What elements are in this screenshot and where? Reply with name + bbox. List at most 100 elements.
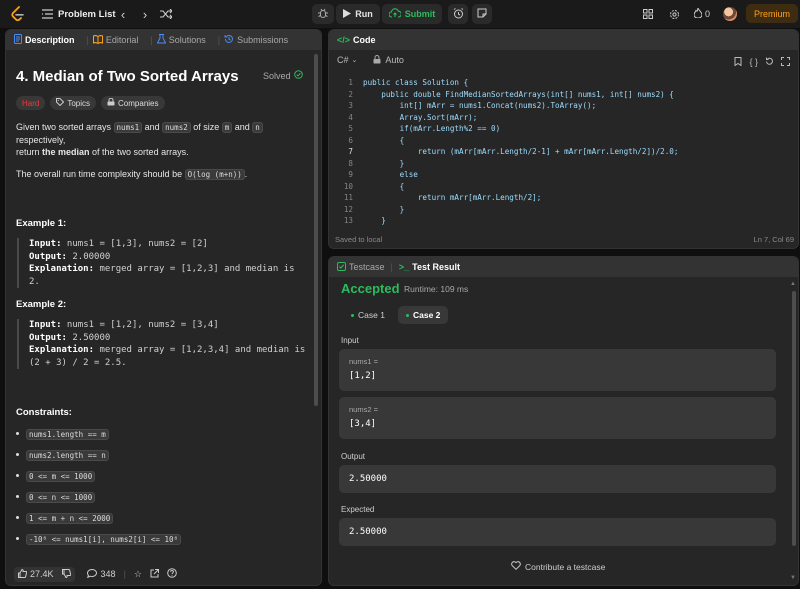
avatar[interactable] <box>723 7 737 21</box>
tab-test-result[interactable]: >_ Test Result <box>399 262 460 272</box>
constraint-code: 0 <= m <= 1000 <box>26 471 96 482</box>
reset-icon[interactable] <box>765 57 774 68</box>
example-text: merged array = [1,2,3] and median is <box>94 264 295 274</box>
submit-button[interactable]: Submit <box>382 4 442 24</box>
runtime-label: Runtime: 109 ms <box>404 284 469 294</box>
list-item: nums1.length == m <box>16 424 306 445</box>
like-count: 27.4K <box>30 569 54 579</box>
save-status: Saved to local <box>335 235 383 244</box>
description-panel: Description | Editorial | Solutions | Su… <box>5 29 322 586</box>
streak-counter[interactable]: 0 <box>690 5 714 23</box>
code-line[interactable]: 7 return (mArr[mArr.Length/2-1] + mArr[m… <box>329 147 678 159</box>
code-line[interactable]: 9 else <box>329 170 417 182</box>
run-button[interactable]: Run <box>336 4 380 24</box>
description-footer: 27.4K 348 | ☆ <box>6 563 321 585</box>
inline-code: O(log (m+n)) <box>184 169 245 180</box>
code-line[interactable]: 5 if(mArr.Length%2 == 0) <box>329 124 500 136</box>
list-item: -10⁶ <= nums1[i], nums2[i] <= 10⁶ <box>16 529 306 550</box>
code-text: } <box>363 204 405 214</box>
help-icon[interactable] <box>167 568 177 580</box>
code-line[interactable]: 12 } <box>329 205 404 217</box>
cloud-upload-icon <box>388 8 402 20</box>
statement-text: of size <box>190 122 222 132</box>
gear-icon[interactable] <box>666 5 682 23</box>
case-label: Case 2 <box>413 310 441 320</box>
flame-icon <box>693 7 703 20</box>
expand-icon[interactable] <box>781 57 790 68</box>
leetcode-logo-icon[interactable] <box>10 5 26 23</box>
tab-testcase[interactable]: Testcase <box>337 261 385 273</box>
contribute-testcase-button[interactable]: Contribute a testcase <box>511 561 605 572</box>
code-editor[interactable]: 1 public class Solution {2 public double … <box>329 74 798 226</box>
heart-icon <box>511 561 521 572</box>
description-scrollbar[interactable] <box>314 54 318 406</box>
constraint-code: 1 <= m + n <= 2000 <box>26 513 114 524</box>
notes-button[interactable] <box>472 4 492 24</box>
comment-icon <box>86 568 97 580</box>
topics-button[interactable]: Topics <box>50 96 97 110</box>
example-text: 2. <box>29 276 40 287</box>
comments-button[interactable]: 348 <box>86 568 116 580</box>
code-line[interactable]: 3 int[] mArr = nums1.Concat(nums2).ToArr… <box>329 101 596 113</box>
code-line[interactable]: 6 { <box>329 136 404 148</box>
tab-solutions[interactable]: Solutions <box>156 34 206 46</box>
chevron-left-icon[interactable]: ‹ <box>116 5 130 23</box>
code-line[interactable]: 11 return mArr[mArr.Length/2]; <box>329 193 541 205</box>
example-label: Input: <box>29 320 62 330</box>
scroll-down-icon[interactable]: ▼ <box>790 575 796 581</box>
test-header: Testcase | >_ Test Result <box>329 257 798 277</box>
param-value: [1,2] <box>349 371 377 381</box>
line-number: 6 <box>348 135 353 145</box>
tab-submissions[interactable]: Submissions <box>224 34 288 46</box>
language-select[interactable]: C# ⌄ <box>337 55 357 65</box>
checkbox-icon <box>337 261 346 273</box>
code-line[interactable]: 8 } <box>329 159 404 171</box>
case-tab-2[interactable]: Case 2 <box>398 306 449 324</box>
case-tab-1[interactable]: Case 1 <box>343 306 393 324</box>
constraint-code: -10⁶ <= nums1[i], nums2[i] <= 10⁶ <box>26 534 182 545</box>
braces-icon[interactable]: { } <box>749 57 758 68</box>
share-icon[interactable] <box>150 568 159 580</box>
line-number: 5 <box>348 124 353 133</box>
tab-label: Description <box>25 35 75 45</box>
companies-button[interactable]: Companies <box>101 96 165 110</box>
constraint-code: 0 <= n <= 1000 <box>26 492 96 503</box>
code-panel: </> Code C# ⌄ Auto { } 1 public class Sol… <box>328 29 799 249</box>
shuffle-icon[interactable] <box>158 5 174 23</box>
problem-list-icon[interactable] <box>40 5 54 23</box>
thumbs-down-icon[interactable] <box>61 568 71 580</box>
example-text: (2 + 3) / 2 = 2.5. <box>29 357 127 368</box>
code-line[interactable]: 10 { <box>329 182 404 194</box>
code-tab-label: Code <box>353 35 376 45</box>
example-block: Input: nums1 = [1,2], nums2 = [3,4] Outp… <box>17 319 306 369</box>
bookmark-icon[interactable] <box>734 57 742 68</box>
chevron-right-icon[interactable]: › <box>138 5 152 23</box>
document-icon <box>14 34 22 46</box>
code-line[interactable]: 2 public double FindMedianSortedArrays(i… <box>329 90 673 102</box>
tab-editorial[interactable]: Editorial <box>92 34 138 46</box>
scroll-up-icon[interactable]: ▲ <box>790 281 796 287</box>
code-line[interactable]: 13 } <box>329 216 386 228</box>
expected-label: Expected <box>341 505 375 514</box>
grid-menu-icon[interactable] <box>640 5 656 23</box>
like-button[interactable]: 27.4K <box>14 566 75 582</box>
star-icon[interactable]: ☆ <box>134 569 142 580</box>
tab-description[interactable]: Description <box>14 34 75 46</box>
tab-code[interactable]: </> Code <box>337 35 376 45</box>
check-circle-icon <box>293 70 303 81</box>
test-scrollbar[interactable] <box>792 291 796 546</box>
premium-button[interactable]: Premium <box>746 4 798 23</box>
problem-list-link[interactable]: Problem List <box>58 5 116 23</box>
solved-label: Solved <box>263 70 291 81</box>
code-line[interactable]: 4 Array.Sort(mArr); <box>329 113 477 125</box>
example-label: Explanation: <box>29 264 95 274</box>
code-line[interactable]: 1 public class Solution { <box>329 78 468 90</box>
mode-indicator[interactable]: Auto <box>373 54 404 66</box>
tab-divider: | <box>390 262 393 272</box>
problem-statement: Given two sorted arrays nums1 and nums2 … <box>16 121 306 158</box>
inline-code: n <box>252 122 263 133</box>
debug-button[interactable] <box>312 4 334 24</box>
play-icon <box>343 8 352 20</box>
timer-button[interactable] <box>448 4 468 24</box>
problem-tags: Hard Topics Companies <box>16 96 306 110</box>
